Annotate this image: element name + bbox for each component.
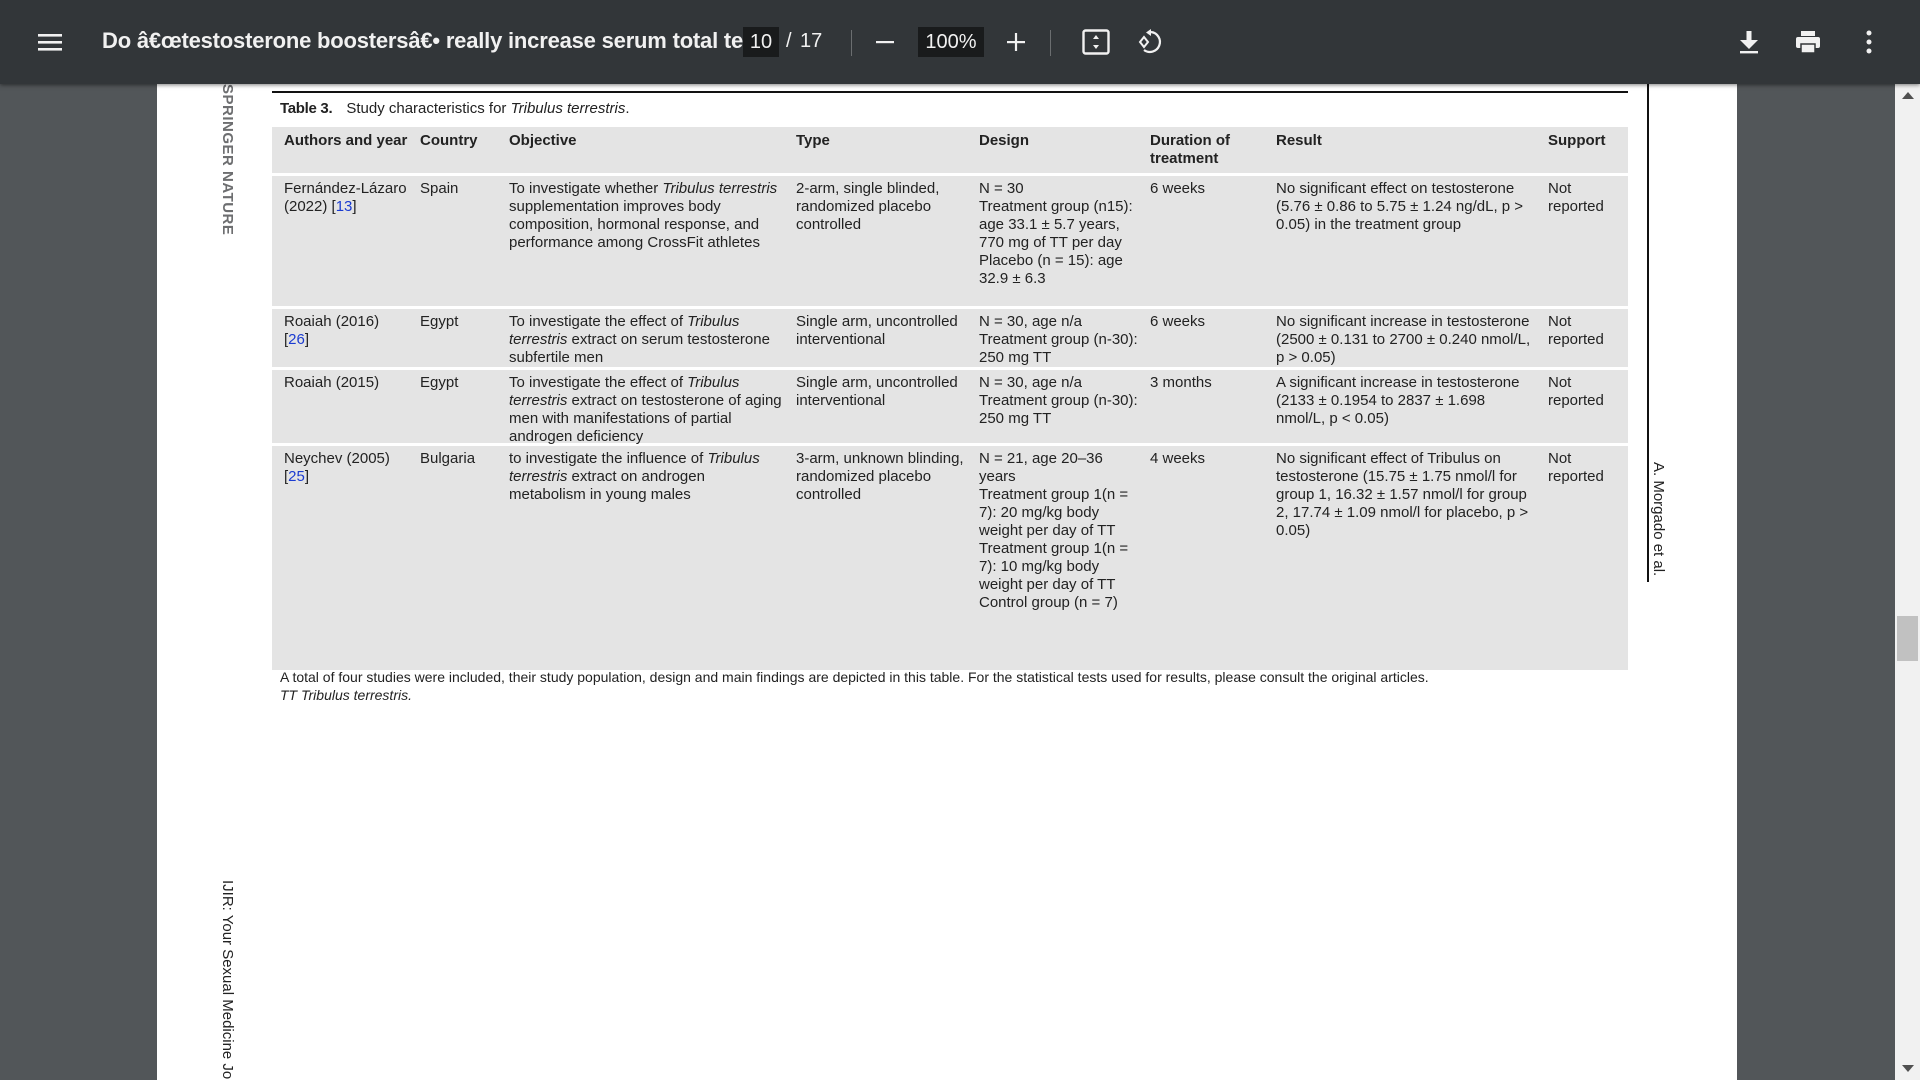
cell-author: Fernández-Lázaro (2022) [13] (284, 180, 407, 215)
table-row: Neychev (2005) [25] Bulgaria to investigat… (272, 446, 1628, 670)
footnote-line: A total of four studies were included, t… (280, 669, 1429, 685)
design-line: N = 30, age n/a (979, 374, 1082, 391)
cell-duration: 6 weeks (1150, 313, 1206, 330)
zoom-in-button[interactable] (992, 18, 1040, 66)
table-row: Fernández-Lázaro (2022) [13] Spain To inve… (272, 176, 1628, 309)
cell-support: Not reported (1548, 450, 1604, 485)
menu-icon (38, 34, 62, 51)
document-title: Do â€œtestosterone boostersâ€• really in… (102, 28, 761, 53)
journal-side-label: IJIR: Your Sexual Medicine Jo (219, 880, 236, 1080)
menu-button[interactable] (26, 18, 74, 66)
citation-link[interactable]: 25 (288, 468, 305, 485)
cell-result: No significant effect of Tribulus on tes… (1276, 450, 1529, 539)
table-row: Roaiah (2015) Egypt To investigate the eff… (272, 370, 1628, 446)
design-line: Control group (n = 7) (979, 594, 1118, 611)
vertical-scrollbar[interactable] (1895, 84, 1920, 1080)
cell-result: No significant increase in testosterone … (1276, 313, 1531, 366)
cell-objective: to investigate the influence of Tribulus… (509, 450, 760, 503)
more-options-button[interactable] (1845, 18, 1893, 66)
plus-icon (1007, 33, 1025, 51)
page-separator: / (786, 30, 792, 52)
cell-support: Not reported (1548, 180, 1604, 215)
caption-text: Study characteristics for (346, 100, 511, 117)
header-type: Type (796, 132, 830, 149)
cell-objective: To investigate the effect of Tribulus te… (509, 313, 770, 366)
scrollbar-thumb[interactable] (1897, 616, 1918, 661)
print-button[interactable] (1784, 18, 1832, 66)
toolbar-divider (1050, 30, 1051, 56)
cell-duration: 4 weeks (1150, 450, 1206, 467)
publisher-side-label: SPRINGER NATURE (219, 84, 236, 236)
cell-result: A significant increase in testosterone (… (1276, 374, 1520, 427)
cell-design: N = 30 Treatment group (n15): age 33.1 ± … (967, 176, 1138, 306)
cell-country: Egypt (420, 313, 459, 330)
design-line: N = 21, age 20–36 years (979, 450, 1103, 485)
cell-design: N = 30, age n/a Treatment group (n-30): 2… (967, 370, 1138, 443)
zoom-out-button[interactable] (861, 18, 909, 66)
page-total: 17 (800, 30, 823, 52)
rotate-button[interactable] (1125, 18, 1173, 66)
cell-country: Egypt (420, 374, 459, 391)
cell-duration: 6 weeks (1150, 180, 1206, 197)
design-line: Treatment group 1(n = 7): 20 mg/kg body … (979, 486, 1129, 539)
cell-support: Not reported (1548, 313, 1604, 348)
rotate-icon (1138, 29, 1161, 53)
cell-type: 3-arm, unknown blinding, randomized plac… (796, 450, 964, 503)
citation-link[interactable]: 13 (336, 198, 353, 215)
pdf-toolbar: Do â€œtestosterone boostersâ€• really in… (0, 0, 1920, 84)
minus-icon (876, 41, 894, 44)
header-design: Design (979, 132, 1030, 149)
author-side-label: A. Morgado et al. (1650, 462, 1667, 577)
study-characteristics-table: Authors and year Country Objective Type … (272, 127, 1628, 670)
footnote-abbreviation: TT Tribulus terrestris. (280, 687, 412, 703)
cell-country: Spain (420, 180, 459, 197)
zoom-level-input[interactable]: 100% (918, 27, 984, 57)
cell-design: N = 30, age n/a Treatment group (n-30): 2… (967, 309, 1138, 367)
header-duration: Duration of treatment (1150, 132, 1230, 167)
design-line: Treatment group (n-30): 250 mg TT (979, 392, 1138, 427)
fit-to-page-icon (1082, 29, 1110, 55)
design-line: Treatment group (n15): age 33.1 ± 5.7 ye… (979, 198, 1133, 251)
download-icon (1740, 31, 1758, 54)
caption-species: Tribulus terrestris (510, 100, 626, 117)
table-caption: Table 3. Study characteristics for Tribul… (280, 100, 630, 117)
design-line: Treatment group (n-30): 250 mg TT (979, 331, 1138, 366)
toolbar-divider (851, 30, 852, 56)
header-objective: Objective (509, 132, 577, 149)
more-vert-icon (1866, 30, 1872, 54)
cell-duration: 3 months (1150, 374, 1212, 391)
cell-author: Neychev (2005) [25] (284, 450, 390, 485)
header-country: Country (420, 132, 478, 149)
cell-support: Not reported (1548, 374, 1604, 409)
cell-objective: To investigate the effect of Tribulus te… (509, 374, 782, 445)
table-row: Roaiah (2016) [26] Egypt To investigate th… (272, 309, 1628, 370)
cell-type: Single arm, uncontrolled interventional (796, 313, 958, 348)
design-line: Treatment group 1(n = 7): 10 mg/kg body … (979, 540, 1129, 593)
cell-type: Single arm, uncontrolled interventional (796, 374, 958, 409)
page-number-input[interactable]: 10 (743, 27, 779, 57)
caption-label: Table 3. (280, 100, 333, 117)
design-line: Placebo (n = 15): age 32.9 ± 6.3 (979, 252, 1123, 287)
cell-design: N = 21, age 20–36 years Treatment group 1… (967, 446, 1138, 670)
table-header-row: Authors and year Country Objective Type … (272, 127, 1628, 176)
cell-result: No significant effect on testosterone (5… (1276, 180, 1524, 233)
table-footnote: A total of four studies were included, t… (280, 668, 1620, 704)
design-line: N = 30, age n/a (979, 313, 1082, 330)
scroll-up-arrow-icon[interactable] (1902, 92, 1914, 99)
table-top-rule (272, 91, 1628, 93)
cell-type: 2-arm, single blinded, randomized placeb… (796, 180, 940, 233)
header-authors: Authors and year (284, 132, 408, 149)
scroll-down-arrow-icon[interactable] (1902, 1065, 1914, 1072)
cell-objective: To investigate whether Tribulus terrestr… (509, 180, 778, 251)
download-button[interactable] (1725, 18, 1773, 66)
fit-to-page-button[interactable] (1072, 18, 1120, 66)
header-support: Support (1548, 132, 1606, 149)
header-result: Result (1276, 132, 1322, 149)
cell-author: Roaiah (2015) (284, 374, 380, 391)
print-icon (1796, 31, 1820, 54)
cell-country: Bulgaria (420, 450, 476, 467)
cell-author: Roaiah (2016) [26] (284, 313, 380, 348)
citation-link[interactable]: 26 (288, 331, 305, 348)
design-line: N = 30 (979, 180, 1024, 197)
